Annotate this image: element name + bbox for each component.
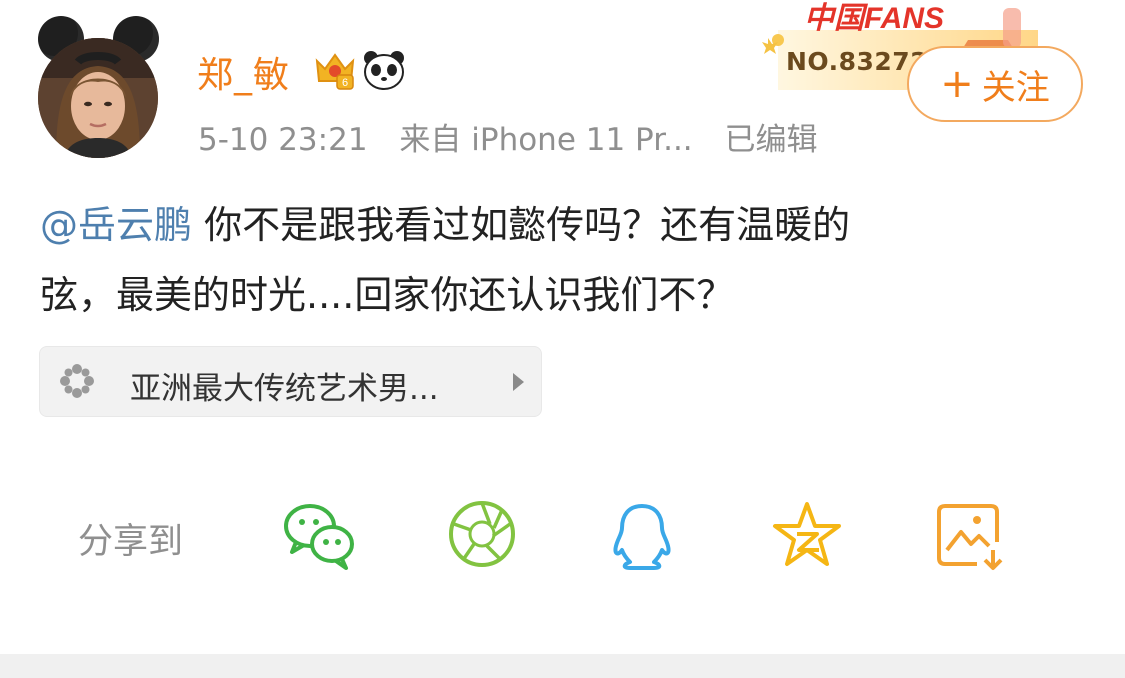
- mention-link[interactable]: @岳云鹏: [40, 203, 192, 247]
- post-source[interactable]: 来自 iPhone 11 Pr...: [399, 122, 692, 158]
- edited-label[interactable]: 已编辑: [725, 122, 818, 158]
- topic-icon: [58, 362, 96, 400]
- chevron-right-icon: [513, 373, 524, 391]
- plus-icon: +: [940, 61, 974, 107]
- post-text-line2: 弦，最美的时光....回家你还认识我们不？: [40, 273, 735, 317]
- topic-card[interactable]: 亚洲最大传统艺术男...: [39, 346, 542, 417]
- wechat-icon[interactable]: [282, 498, 358, 574]
- post-meta: 5-10 23:21 来自 iPhone 11 Pr... 已编辑: [198, 114, 840, 159]
- post-timestamp: 5-10 23:21: [198, 122, 368, 158]
- panda-icon: [362, 48, 406, 92]
- avatar-photo[interactable]: [38, 38, 158, 158]
- qq-icon[interactable]: [604, 498, 680, 574]
- username[interactable]: 郑_敏: [197, 46, 290, 98]
- topic-text: 亚洲最大传统艺术男...: [130, 371, 439, 407]
- follow-label: 关注: [981, 67, 1050, 108]
- vip-level: 6: [342, 77, 348, 89]
- follow-button[interactable]: + 关注: [907, 46, 1083, 122]
- moments-icon[interactable]: [446, 498, 522, 574]
- fans-title: 中国FANS: [804, 2, 944, 35]
- vip-crown-icon: 6: [313, 47, 357, 91]
- save-image-icon[interactable]: [933, 498, 1009, 574]
- post-body: @岳云鹏 你不是跟我看过如懿传吗？还有温暖的 弦，最美的时光....回家你还认识…: [40, 190, 1090, 330]
- share-label: 分享到: [78, 522, 184, 562]
- footer-divider: [0, 654, 1125, 678]
- post-text-line1: 你不是跟我看过如懿传吗？还有温暖的: [192, 203, 851, 247]
- qzone-icon[interactable]: [769, 498, 845, 574]
